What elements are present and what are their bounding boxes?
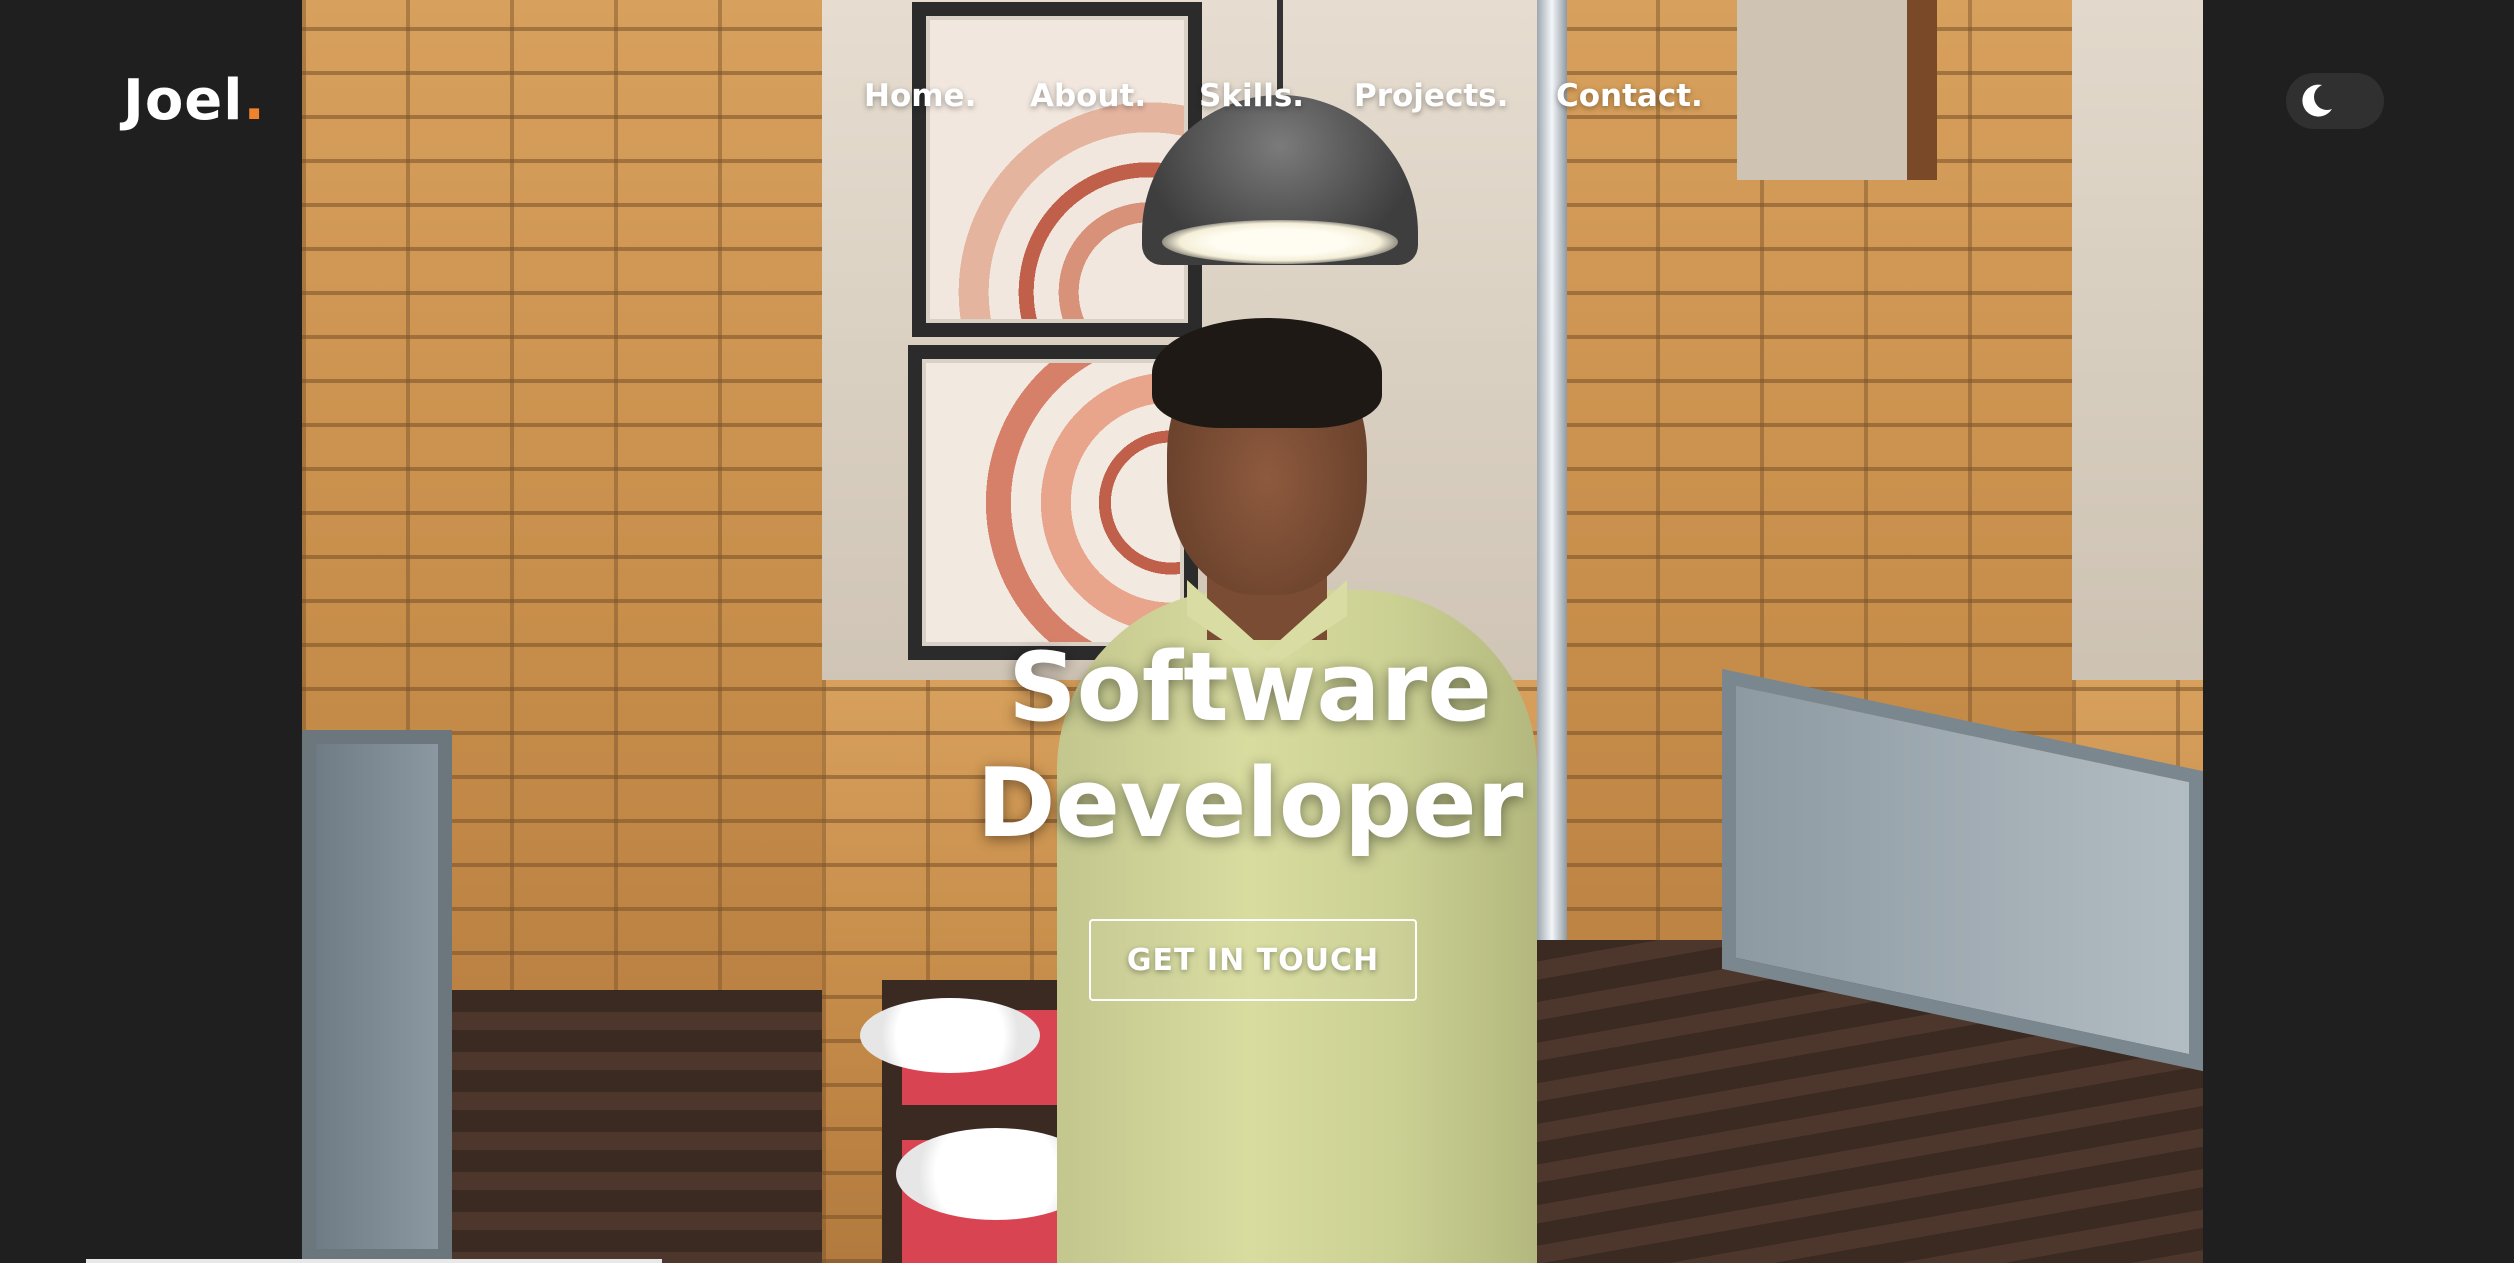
nav-link-skills[interactable]: Skills. (1199, 78, 1304, 114)
lamp-glow (1162, 220, 1398, 264)
plate (860, 998, 1040, 1073)
nav-link-about[interactable]: About. (1030, 78, 1146, 114)
hero-title: Software Developer (930, 630, 1570, 862)
hero-title-line2: Developer (976, 749, 1524, 859)
page: Joel. Home. About. Skills. Projects. Con… (0, 0, 2514, 1263)
nav-link-projects[interactable]: Projects. (1354, 78, 1508, 114)
person-hair (1152, 318, 1382, 428)
hero-title-line1: Software (1008, 633, 1492, 743)
moon-icon (2302, 84, 2332, 117)
nav-link-contact[interactable]: Contact. (1556, 78, 1703, 114)
lamp-cord (1277, 0, 1283, 90)
partition-left (302, 730, 452, 1263)
get-in-touch-button[interactable]: GET IN TOUCH (1089, 919, 1417, 1001)
nav-link-home[interactable]: Home. (864, 78, 976, 114)
main-nav: Home. About. Skills. Projects. Contact. (0, 78, 2514, 128)
scroll-progress-bar (86, 1259, 662, 1263)
theme-toggle[interactable] (2286, 73, 2384, 129)
